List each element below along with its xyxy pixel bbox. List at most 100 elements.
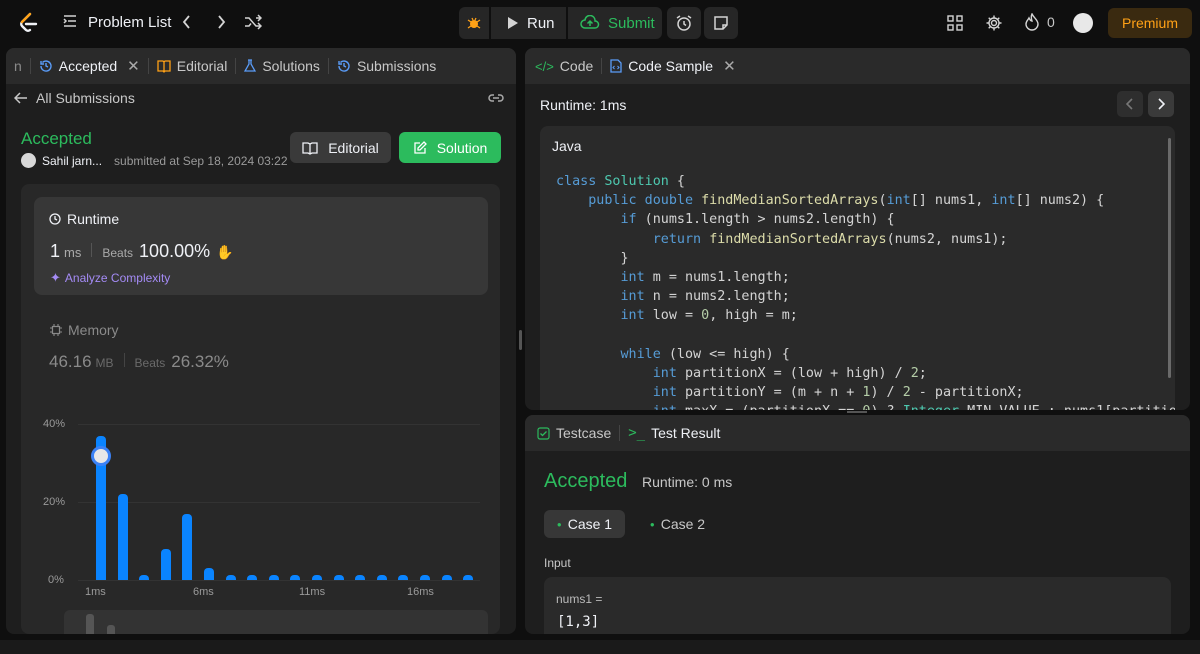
file-code-icon xyxy=(610,59,622,73)
tab-label: Testcase xyxy=(556,425,612,441)
user-avatar-small xyxy=(21,153,36,168)
terminal-icon: >_ xyxy=(628,425,646,441)
tab-test-result[interactable]: >_ Test Result xyxy=(620,415,728,451)
memory-unit: MB xyxy=(95,356,114,370)
notes-button[interactable] xyxy=(704,7,738,39)
edit-icon xyxy=(414,140,427,154)
result-runtime: Runtime: 0 ms xyxy=(642,474,733,490)
tab-code[interactable]: </> Code xyxy=(525,48,601,84)
solution-button[interactable]: Solution xyxy=(399,132,501,163)
prev-sample-button[interactable] xyxy=(1117,91,1143,117)
x-tick-label: 16ms xyxy=(407,586,434,598)
premium-button[interactable]: Premium xyxy=(1108,8,1192,38)
runtime-bar[interactable] xyxy=(182,513,193,580)
debug-button[interactable] xyxy=(459,7,489,39)
editorial-button[interactable]: Editorial xyxy=(290,132,391,163)
runtime-bar[interactable] xyxy=(290,575,301,580)
memory-values: 46.16 MB Beats 26.32% xyxy=(49,352,229,372)
tab-testcase[interactable]: Testcase xyxy=(525,415,619,451)
settings-gear-icon[interactable] xyxy=(985,14,1003,37)
runtime-bar[interactable] xyxy=(441,575,452,580)
runtime-card[interactable]: Runtime 1 ms Beats 100.00% ✋ ✦ Analyze C… xyxy=(34,197,488,295)
tab-accepted[interactable]: Accepted ✕ xyxy=(31,48,148,84)
runtime-bar[interactable] xyxy=(398,575,409,580)
close-tab-icon[interactable]: ✕ xyxy=(723,57,736,75)
runtime-bar[interactable] xyxy=(355,575,366,580)
case-1-tab[interactable]: ● Case 1 xyxy=(544,510,625,538)
runtime-beats-label: Beats xyxy=(102,246,134,260)
memory-chart-preview xyxy=(64,610,488,634)
tab-code-sample[interactable]: Code Sample ✕ xyxy=(602,48,743,84)
solution-button-label: Solution xyxy=(436,139,488,156)
tab-description-truncated[interactable]: n xyxy=(6,48,30,84)
runtime-bar[interactable] xyxy=(420,575,430,580)
horizontal-resize-handle[interactable] xyxy=(847,411,867,413)
analyze-complexity-link[interactable]: ✦ Analyze Complexity xyxy=(50,270,170,286)
code-block[interactable]: Java class Solution { public double find… xyxy=(540,126,1175,410)
memory-bar xyxy=(107,625,115,634)
runtime-unit: ms xyxy=(64,245,82,260)
tab-submissions[interactable]: Submissions xyxy=(329,48,444,84)
timer-button[interactable] xyxy=(667,7,701,39)
runtime-bar[interactable] xyxy=(268,575,279,580)
tab-label: n xyxy=(14,58,22,74)
runtime-bar[interactable] xyxy=(247,575,258,580)
user-name[interactable]: Sahil jarn... xyxy=(42,154,102,168)
runtime-bar[interactable] xyxy=(463,575,474,580)
runtime-bar[interactable] xyxy=(204,568,214,580)
note-icon xyxy=(714,16,728,30)
submit-button[interactable]: Submit xyxy=(568,7,662,39)
runtime-heading: Runtime xyxy=(49,211,119,227)
user-avatar[interactable] xyxy=(1073,13,1093,33)
problem-list-link[interactable]: Problem List xyxy=(88,14,171,31)
runtime-bar[interactable] xyxy=(312,575,322,580)
submitted-at: submitted at Sep 18, 2024 03:22 xyxy=(114,153,288,168)
your-submission-marker[interactable] xyxy=(91,446,111,466)
tab-label: Editorial xyxy=(176,58,228,74)
code-language: Java xyxy=(552,138,582,154)
code-content: class Solution { public double findMedia… xyxy=(556,174,1175,410)
runtime-bar[interactable] xyxy=(160,548,171,580)
memory-heading[interactable]: Memory xyxy=(50,322,119,338)
runtime-bar[interactable] xyxy=(139,575,150,580)
leetcode-logo-icon[interactable] xyxy=(16,11,40,35)
tab-solutions[interactable]: Solutions xyxy=(236,48,328,84)
chip-icon xyxy=(50,324,62,336)
random-problem-icon[interactable] xyxy=(244,14,263,35)
next-problem-icon[interactable] xyxy=(214,13,228,36)
next-sample-button[interactable] xyxy=(1148,91,1174,117)
submission-meta: Sahil jarn... submitted at Sep 18, 2024 … xyxy=(21,153,288,168)
share-link-icon[interactable] xyxy=(487,91,505,109)
play-icon xyxy=(508,17,518,29)
x-tick-label: 6ms xyxy=(193,586,214,598)
runtime-bar[interactable] xyxy=(117,494,128,580)
code-scrollbar[interactable] xyxy=(1168,138,1171,378)
analyze-complexity-label: Analyze Complexity xyxy=(64,271,171,285)
divider xyxy=(91,243,93,257)
memory-beats-label: Beats xyxy=(134,356,166,370)
runtime-bar[interactable] xyxy=(333,575,344,580)
vertical-resize-handle[interactable] xyxy=(519,330,522,350)
runtime-bar[interactable] xyxy=(225,575,236,580)
all-submissions-link[interactable]: All Submissions xyxy=(14,90,135,106)
code-brackets-icon: </> xyxy=(535,58,554,74)
layout-grid-icon[interactable] xyxy=(947,15,963,36)
streak-counter[interactable]: 0 xyxy=(1024,13,1055,31)
run-button[interactable]: Run xyxy=(491,7,566,39)
close-tab-icon[interactable]: ✕ xyxy=(127,57,140,75)
x-tick-label: 11ms xyxy=(299,586,326,598)
grid-line xyxy=(78,580,480,581)
bug-icon xyxy=(467,17,481,29)
problem-list-icon[interactable] xyxy=(62,13,78,34)
case-2-tab[interactable]: ● Case 2 xyxy=(637,510,718,538)
tab-editorial[interactable]: Editorial xyxy=(149,48,236,84)
runtime-bar[interactable] xyxy=(376,575,387,580)
prev-problem-icon[interactable] xyxy=(180,13,194,36)
fire-icon xyxy=(1025,13,1039,31)
divider xyxy=(123,353,125,367)
submit-label: Submit xyxy=(608,14,655,32)
x-tick-label: 1ms xyxy=(85,586,106,598)
code-panel: </> Code Code Sample ✕ Runtime: 1ms Java… xyxy=(525,48,1190,410)
runtime-title: Runtime xyxy=(67,211,120,227)
memory-value: 46.16 xyxy=(49,352,92,371)
